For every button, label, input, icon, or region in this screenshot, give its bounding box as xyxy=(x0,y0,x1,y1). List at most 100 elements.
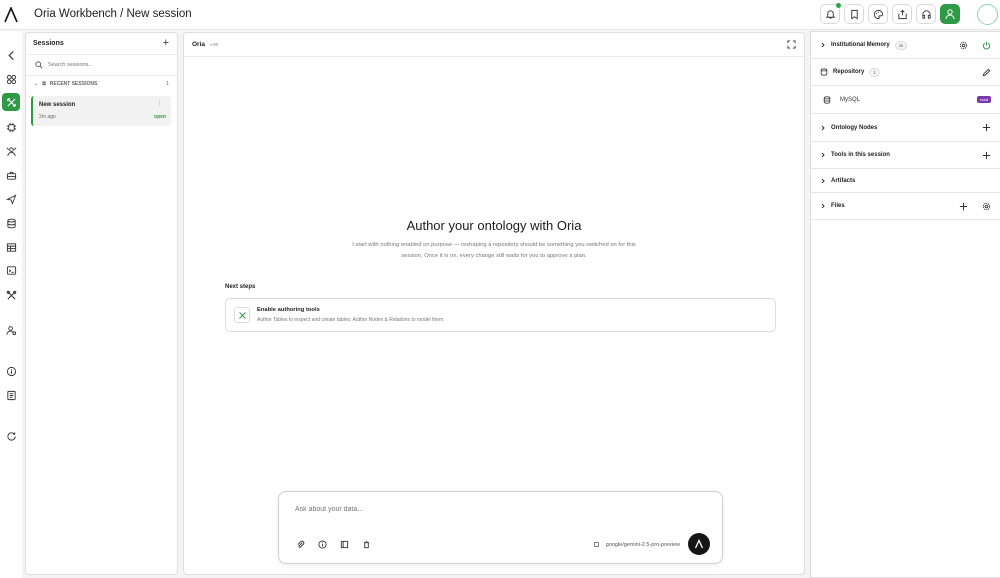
next-step-description: Author Tables to inspect and create tabl… xyxy=(257,317,445,323)
chip-icon xyxy=(6,122,16,132)
bookmark-button[interactable] xyxy=(844,4,864,24)
user-icon xyxy=(945,9,955,20)
ontology-nodes-section[interactable]: Ontology Nodes xyxy=(811,114,1000,142)
institutional-memory-badge: 1k xyxy=(894,40,908,50)
files-label: Files xyxy=(831,203,845,209)
bookmark-icon xyxy=(850,9,858,19)
pencil-icon[interactable] xyxy=(982,68,991,77)
oria-logo-icon[interactable] xyxy=(4,7,18,23)
rail-terminal[interactable] xyxy=(2,261,20,279)
rail-overview[interactable] xyxy=(2,70,20,88)
database-icon xyxy=(6,218,16,228)
info-icon[interactable] xyxy=(318,540,327,549)
info-icon xyxy=(6,366,16,376)
tools-icon xyxy=(6,290,16,300)
notifications-button[interactable] xyxy=(820,3,841,24)
chevron-right-icon xyxy=(820,152,826,158)
chat-input[interactable] xyxy=(295,506,695,513)
terminal-icon xyxy=(6,265,16,275)
chevron-right-icon xyxy=(820,203,826,209)
repository-section[interactable]: Repository 1 xyxy=(811,59,1000,86)
enable-authoring-card[interactable]: Enable authoring tools Author Tables to … xyxy=(225,298,776,332)
rail-refresh[interactable] xyxy=(2,427,20,445)
power-icon[interactable] xyxy=(982,41,991,50)
repository-badge: 1 xyxy=(869,67,880,77)
rail-info[interactable] xyxy=(2,362,20,380)
rail-tables[interactable] xyxy=(2,238,20,256)
toolbox-icon xyxy=(6,171,16,180)
status-ring-icon[interactable] xyxy=(977,4,998,25)
search-icon xyxy=(35,61,43,69)
expand-button[interactable] xyxy=(787,40,796,49)
hero-title: Author your ontology with Oria xyxy=(406,218,582,233)
rail-databases[interactable] xyxy=(2,214,20,232)
support-button[interactable] xyxy=(916,4,936,24)
artifacts-section[interactable]: Artifacts xyxy=(811,169,1000,193)
user-button[interactable] xyxy=(940,4,960,24)
attach-icon[interactable] xyxy=(296,540,305,549)
group-label: RECENT SESSIONS xyxy=(49,81,98,87)
back-button[interactable] xyxy=(2,46,20,64)
recent-sessions-group[interactable]: ⌄ ⧉ RECENT SESSIONS 1 xyxy=(26,76,177,92)
agents-icon xyxy=(6,146,16,156)
back-icon xyxy=(7,50,14,60)
rail-docs[interactable] xyxy=(2,386,20,404)
rail-agents[interactable] xyxy=(2,142,20,160)
session-item[interactable]: New session ⋮ 2m ago open xyxy=(31,96,171,126)
rail-user-settings[interactable] xyxy=(2,321,20,339)
rail-tools[interactable] xyxy=(2,286,20,304)
gear-icon[interactable] xyxy=(959,41,968,50)
model-name: google/gemini-2.5-pro-preview xyxy=(605,541,680,548)
chat-panel: Oria v.90 Author your ontology with Oria… xyxy=(183,32,805,575)
institutional-memory-section[interactable]: Institutional Memory 1k xyxy=(811,32,1000,59)
rail-workbench[interactable] xyxy=(2,93,20,111)
composer-tools xyxy=(296,540,371,549)
plus-icon[interactable] xyxy=(982,151,991,160)
sessions-search xyxy=(26,55,177,76)
oria-send-icon xyxy=(694,539,704,549)
user-settings-icon xyxy=(5,325,16,335)
sessions-title: Sessions xyxy=(33,40,64,47)
expand-icon xyxy=(787,40,796,49)
plus-icon[interactable] xyxy=(959,202,968,211)
repository-label: Repository xyxy=(833,69,865,75)
rail-deploy[interactable] xyxy=(2,190,20,208)
tools-section[interactable]: Tools in this session xyxy=(811,142,1000,169)
gear-icon[interactable] xyxy=(982,202,991,211)
headset-icon xyxy=(921,9,931,19)
session-time: 2m ago xyxy=(39,114,56,120)
new-session-button[interactable]: + xyxy=(163,38,169,49)
model-selector[interactable]: google/gemini-2.5-pro-preview xyxy=(593,541,680,548)
db-access-chip: read xyxy=(976,96,991,103)
refresh-icon xyxy=(6,431,16,441)
send-icon xyxy=(5,193,16,205)
group-icon: ⧉ xyxy=(42,81,46,87)
sessions-header: Sessions + xyxy=(26,33,177,55)
search-sessions-input[interactable] xyxy=(48,62,168,68)
share-button[interactable] xyxy=(892,4,912,24)
agent-name: Oria xyxy=(192,41,206,48)
institutional-memory-label: Institutional Memory xyxy=(831,42,890,48)
table-icon xyxy=(6,242,16,252)
workbench-icon xyxy=(6,97,16,107)
next-step-name: Enable authoring tools xyxy=(257,307,320,313)
authoring-tools-icon xyxy=(234,307,250,323)
send-button[interactable] xyxy=(688,533,710,555)
plus-icon[interactable] xyxy=(982,123,991,132)
top-actions xyxy=(820,3,960,24)
sessions-panel: Sessions + ⌄ ⧉ RECENT SESSIONS 1 New ses… xyxy=(25,32,178,575)
session-menu-icon[interactable]: ⋮ xyxy=(156,100,163,107)
overview-icon xyxy=(6,74,16,84)
tools-label: Tools in this session xyxy=(831,152,890,158)
notebook-icon[interactable] xyxy=(340,540,349,549)
trash-icon[interactable] xyxy=(362,540,371,549)
context-panel: Institutional Memory 1k Repository 1 MyS… xyxy=(810,31,1000,578)
rail-toolbox[interactable] xyxy=(2,166,20,184)
hero-description: I start with nothing enabled on purpose … xyxy=(352,242,636,259)
repository-db-row[interactable]: MySQL read xyxy=(811,86,1000,114)
chevron-right-icon xyxy=(820,42,826,48)
theme-button[interactable] xyxy=(868,4,888,24)
files-section[interactable]: Files xyxy=(811,193,1000,220)
rail-models[interactable] xyxy=(2,118,20,136)
database-icon xyxy=(823,95,831,104)
